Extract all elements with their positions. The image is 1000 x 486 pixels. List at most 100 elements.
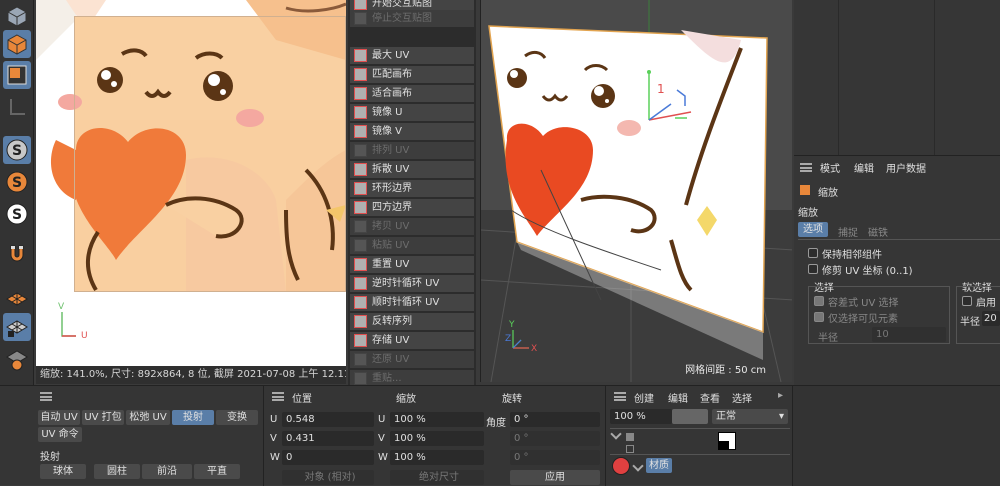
tab-projection[interactable]: 投射 [172,410,214,425]
cmd-3[interactable]: 最大 UV [350,47,474,64]
layers-menu-edit[interactable]: 编辑 [668,390,688,405]
rotation-3-field[interactable]: 0 ° [510,450,600,465]
clip-uv-checkbox[interactable] [808,264,818,274]
cmd-9[interactable]: 拆散 UV [350,161,474,178]
cmd-label: 重贴... [372,373,402,384]
grid-plane-icon[interactable] [3,283,31,311]
layers-menu-create[interactable]: 创建 [634,390,654,405]
attr-tab-magnet[interactable]: 磁铁 [868,224,888,239]
header-position: 位置 [292,394,312,405]
blend-mode-select[interactable]: 正常 ▾ [712,409,788,424]
cmd-2[interactable]: 停止交互贴图 [350,10,474,27]
paste-uv-icon [354,239,367,252]
cmd-14[interactable]: 重置 UV [350,256,474,273]
projection-menu-icon[interactable] [40,392,52,401]
layer-lock-icon[interactable] [626,445,634,453]
opacity-field[interactable]: 100 % [610,409,672,424]
cmd-8[interactable]: 排列 UV [350,142,474,159]
rotate-tool-icon[interactable]: S [3,200,31,228]
attr-menu-edit[interactable]: 编辑 [854,160,874,175]
coords-menu-icon[interactable] [272,392,284,401]
frontal-button[interactable]: 前沿 [142,464,192,479]
layer-visibility-icon[interactable] [626,433,634,441]
layers-menu-icon[interactable] [614,392,626,401]
keep-neighbors-checkbox[interactable] [808,248,818,258]
square-border-icon [354,201,367,214]
copy-uv-icon [354,220,367,233]
material-brush-icon [632,460,644,472]
attr-tab-snap[interactable]: 捕捉 [838,224,858,239]
cmd-17[interactable]: 反转序列 [350,313,474,330]
attr-menu-mode[interactable]: 模式 [820,160,840,175]
material-layer-item[interactable]: 材质 [646,458,672,473]
cmd-13[interactable]: 粘贴 UV [350,237,474,254]
grid-snap-icon[interactable] [3,345,31,373]
tab-uv-commands[interactable]: UV 命令 [38,427,82,442]
attr-tab-options[interactable]: 选项 [798,222,828,237]
tolerant-select-checkbox[interactable] [814,296,824,306]
cmd-16[interactable]: 顺时针循环 UV [350,294,474,311]
cmd-10[interactable]: 环形边界 [350,180,474,197]
soft-radius-field[interactable]: 20 [982,311,1000,326]
only-visible-label: 仅选择可见元素 [828,314,898,325]
scale-v-field[interactable]: 100 % [390,431,484,446]
layers-menu-select[interactable]: 选择 [732,390,752,405]
position-v-field[interactable]: 0.431 [282,431,374,446]
radius-field[interactable]: 10 [872,327,946,342]
uv-texture-mode-icon[interactable] [3,61,31,89]
position-w-field[interactable]: 0 [282,450,374,465]
cmd-15[interactable]: 逆时针循环 UV [350,275,474,292]
more-arrow-icon[interactable]: ▸ [778,390,783,401]
cmd-19[interactable]: 还原 UV [350,351,474,368]
layers-menu-view[interactable]: 查看 [700,390,720,405]
cmd-4[interactable]: 匹配画布 [350,66,474,83]
fit-canvas-icon [354,87,367,100]
apply-button[interactable]: 应用 [510,470,600,485]
tab-transform[interactable]: 变换 [216,410,258,425]
clip-uv-label: 修剪 UV 坐标 (0..1) [822,266,913,277]
flat-button[interactable]: 平直 [194,464,240,479]
angle-field[interactable]: 0 ° [510,412,600,427]
cylinder-button[interactable]: 圆柱 [94,464,140,479]
rotation-2-field[interactable]: 0 ° [510,431,600,446]
3d-viewport[interactable]: 1 Y Z X 网格间距 : 50 cm [480,0,792,382]
attr-menu-userdata[interactable]: 用户数据 [886,160,926,175]
cmd-6[interactable]: 镜像 U [350,104,474,121]
uv-canvas[interactable]: V U [36,0,346,366]
cube-icon[interactable] [3,2,31,30]
viewport-scene [481,0,792,382]
cmd-7[interactable]: 镜像 V [350,123,474,140]
scale-u-field[interactable]: 100 % [390,412,484,427]
uv-polygon-mode-icon[interactable] [3,30,31,58]
tab-auto-uv[interactable]: 自动 UV [38,410,80,425]
corner-icon[interactable] [3,93,31,121]
move-tool-icon[interactable]: S [3,136,31,164]
scale-mode-select[interactable]: 绝对尺寸 [390,470,484,485]
attr-menu-icon[interactable] [800,163,812,172]
scale-w-field[interactable]: 100 % [390,450,484,465]
position-u-field[interactable]: 0.548 [282,412,374,427]
gizmo-number-label: 1 [657,82,665,96]
cmd-11[interactable]: 四方边界 [350,199,474,216]
tab-relax-uv[interactable]: 松弛 UV [126,410,170,425]
soft-radius-label: 半径 [960,317,980,328]
sphere-button[interactable]: 球体 [40,464,86,479]
soft-enable-checkbox[interactable] [962,296,972,306]
left-toolbar: S S S [0,0,34,385]
viewport-axis-z: Z [505,334,512,344]
cmd-12[interactable]: 拷贝 UV [350,218,474,235]
magnet-icon[interactable] [3,240,31,268]
tab-uv-pack[interactable]: UV 打包 [82,410,124,425]
scale-tool-icon[interactable]: S [3,168,31,196]
cmd-5[interactable]: 适合画布 [350,85,474,102]
only-visible-checkbox[interactable] [814,312,824,322]
viewport-axis-x: X [531,344,538,354]
position-mode-select[interactable]: 对象 (相对) [282,470,374,485]
grid-spacing-label: 网格间距 : 50 cm [685,365,766,376]
cmd-label: 停止交互贴图 [372,13,432,24]
grid-lock-icon[interactable] [3,313,31,341]
opacity-slider[interactable] [672,409,708,424]
mirror-v-icon [354,125,367,138]
bottom-right-empty [792,386,1000,486]
cmd-18[interactable]: 存储 UV [350,332,474,349]
